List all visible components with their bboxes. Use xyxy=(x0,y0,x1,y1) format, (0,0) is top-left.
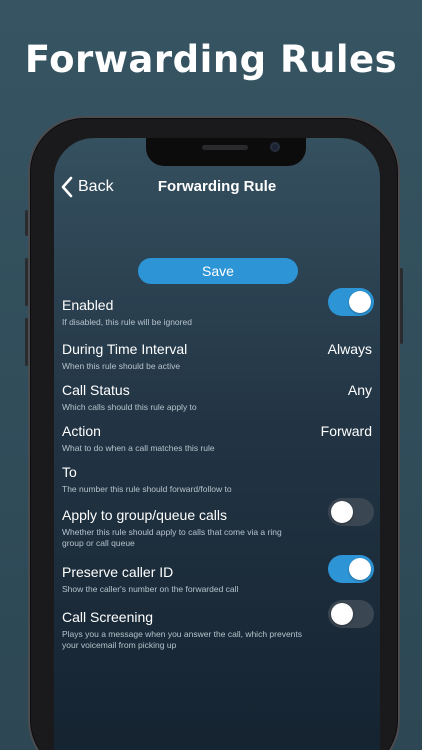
setting-enabled: Enabled If disabled, this rule will be i… xyxy=(62,288,374,328)
phone-volume-down xyxy=(25,318,28,366)
toggle-knob xyxy=(331,501,353,523)
toggle-knob xyxy=(331,603,353,625)
save-button[interactable]: Save xyxy=(138,258,298,284)
row-title: Call Screening xyxy=(62,609,154,625)
setting-action[interactable]: Action What to do when a call matches th… xyxy=(62,422,374,454)
call-status-value: Any xyxy=(347,382,372,398)
time-interval-value: Always xyxy=(327,341,372,357)
camera xyxy=(270,142,280,152)
enabled-toggle[interactable] xyxy=(328,288,374,316)
row-subtitle: Whether this rule should apply to calls … xyxy=(62,527,282,548)
group-queue-toggle[interactable] xyxy=(328,498,374,526)
toggle-knob xyxy=(349,291,371,313)
row-title: Enabled xyxy=(62,297,114,313)
row-title: Call Status xyxy=(62,382,130,398)
toggle-knob xyxy=(349,558,371,580)
call-screening-toggle[interactable] xyxy=(328,600,374,628)
row-subtitle: If disabled, this rule will be ignored xyxy=(62,317,192,327)
phone-frame: Back Forwarding Rule Save Enabled If dis… xyxy=(25,116,403,750)
row-subtitle: Plays you a message when you answer the … xyxy=(62,629,303,650)
action-value: Forward xyxy=(320,423,372,439)
row-subtitle: Show the caller's number on the forwarde… xyxy=(62,584,239,594)
row-subtitle: When this rule should be active xyxy=(62,361,181,371)
row-title: Preserve caller ID xyxy=(62,564,174,580)
row-subtitle: Which calls should this rule apply to xyxy=(62,402,197,412)
setting-group-queue: Apply to group/queue calls Whether this … xyxy=(62,498,374,549)
row-subtitle: What to do when a call matches this rule xyxy=(62,443,215,453)
phone-volume-up xyxy=(25,258,28,306)
row-title: Apply to group/queue calls xyxy=(62,507,227,523)
row-title: To xyxy=(62,464,77,480)
navigation-bar: Back Forwarding Rule xyxy=(54,174,380,202)
speaker xyxy=(202,145,248,150)
setting-time-interval[interactable]: During Time Interval When this rule shou… xyxy=(62,340,374,372)
preserve-caller-id-toggle[interactable] xyxy=(328,555,374,583)
screen: Back Forwarding Rule Save Enabled If dis… xyxy=(54,138,380,750)
setting-call-screening: Call Screening Plays you a message when … xyxy=(62,600,374,651)
page-title: Forwarding Rule xyxy=(157,178,277,195)
banner-title: Forwarding Rules xyxy=(24,38,398,81)
row-subtitle: The number this rule should forward/foll… xyxy=(62,484,232,494)
phone-power-button xyxy=(400,268,403,344)
setting-to[interactable]: To The number this rule should forward/f… xyxy=(62,463,374,495)
setting-preserve-caller-id: Preserve caller ID Show the caller's num… xyxy=(62,555,374,595)
notch xyxy=(146,138,306,166)
phone-side-button xyxy=(25,210,28,236)
setting-call-status[interactable]: Call Status Which calls should this rule… xyxy=(62,381,374,413)
